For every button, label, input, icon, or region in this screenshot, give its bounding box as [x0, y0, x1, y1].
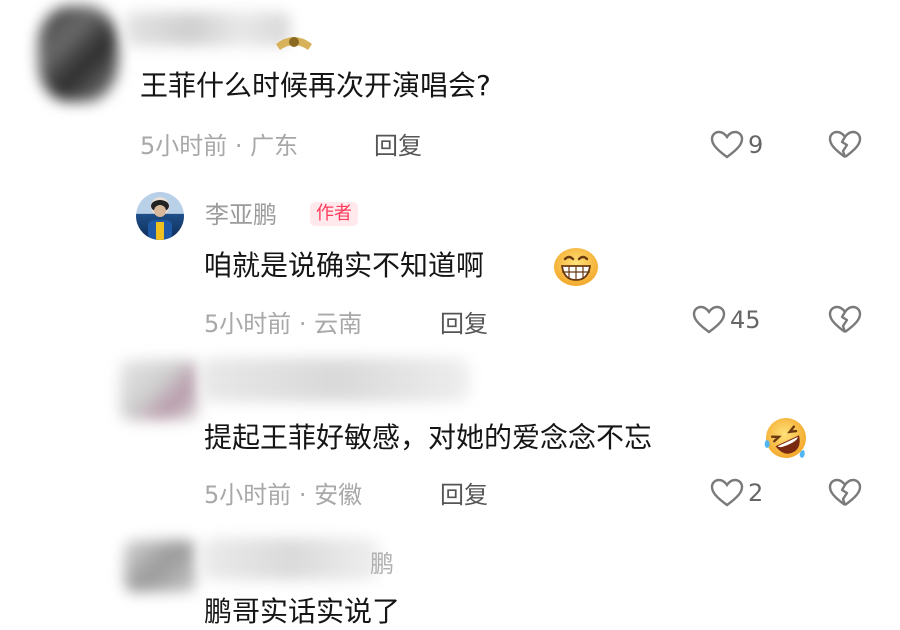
username[interactable]: 李亚鹏: [205, 200, 277, 230]
like-button[interactable]: 45: [692, 305, 761, 335]
heart-icon: [710, 478, 744, 507]
gold-medal-icon: [276, 37, 312, 50]
username-partial: 鹏: [370, 550, 394, 578]
dislike-button[interactable]: [828, 478, 862, 508]
heart-icon: [692, 305, 726, 334]
like-button[interactable]: 2: [710, 478, 763, 508]
username-blurred[interactable]: [125, 12, 290, 46]
grinning-face-icon: [554, 248, 598, 286]
comment-text: 王菲什么时候再次开演唱会?: [140, 69, 491, 102]
reply-button[interactable]: 回复: [440, 309, 488, 339]
heart-icon: [710, 130, 744, 159]
reply-button[interactable]: 回复: [374, 131, 422, 161]
author-tag: 作者: [310, 202, 358, 226]
dislike-button[interactable]: [828, 130, 862, 160]
like-button[interactable]: 9: [710, 130, 763, 160]
like-count: 45: [730, 306, 761, 334]
avatar[interactable]: [124, 540, 196, 592]
avatar[interactable]: [120, 360, 198, 420]
reply-button[interactable]: 回复: [440, 480, 488, 510]
username-blurred[interactable]: [200, 538, 380, 580]
avatar[interactable]: [38, 6, 118, 102]
comment-time-location: 5小时前 · 安徽: [204, 481, 363, 509]
rolling-laughing-face-icon: [764, 418, 806, 458]
comment-time-location: 5小时前 · 广东: [140, 132, 299, 160]
username-blurred[interactable]: [200, 358, 470, 402]
comment-text: 咱就是说确实不知道啊: [204, 249, 485, 282]
avatar-figure-icon: [148, 200, 172, 240]
dislike-button[interactable]: [828, 305, 862, 335]
comment-time-location: 5小时前 · 云南: [204, 310, 363, 338]
like-count: 9: [748, 131, 764, 159]
comment-text: 鹏哥实话实说了: [204, 595, 401, 628]
comment-text: 提起王菲好敏感，对她的爱念念不忘: [204, 421, 653, 454]
like-count: 2: [748, 479, 764, 507]
avatar[interactable]: [136, 192, 184, 240]
